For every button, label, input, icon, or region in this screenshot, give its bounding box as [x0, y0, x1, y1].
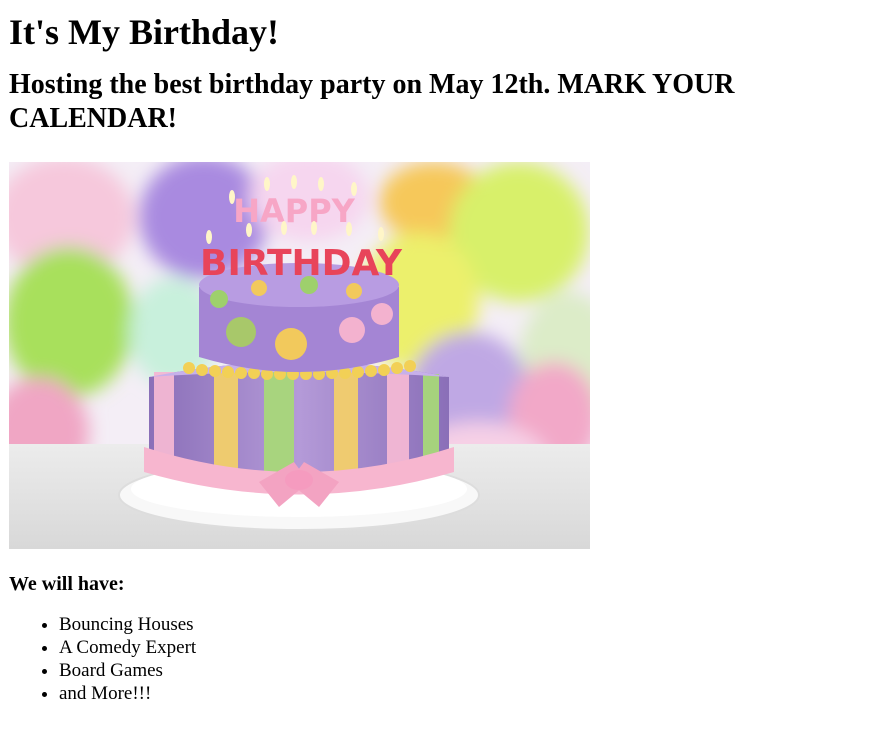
list-item: and More!!!: [59, 682, 874, 705]
list-item: Board Games: [59, 659, 874, 682]
activities-heading: We will have:: [9, 573, 125, 595]
svg-text:BIRTHDAY: BIRTHDAY: [200, 243, 403, 284]
page: It's My Birthday! Hosting the best birth…: [0, 0, 883, 705]
activities-list: Bouncing Houses A Comedy Expert Board Ga…: [9, 613, 874, 705]
list-item: A Comedy Expert: [59, 636, 874, 659]
list-item: Bouncing Houses: [59, 613, 874, 636]
page-title: It's My Birthday!: [9, 12, 279, 52]
page-subtitle: Hosting the best birthday party on May 1…: [9, 69, 735, 134]
svg-text:HAPPY: HAPPY: [233, 192, 355, 230]
birthday-cake-image: HAPPY BIRTHDAY: [9, 162, 590, 549]
